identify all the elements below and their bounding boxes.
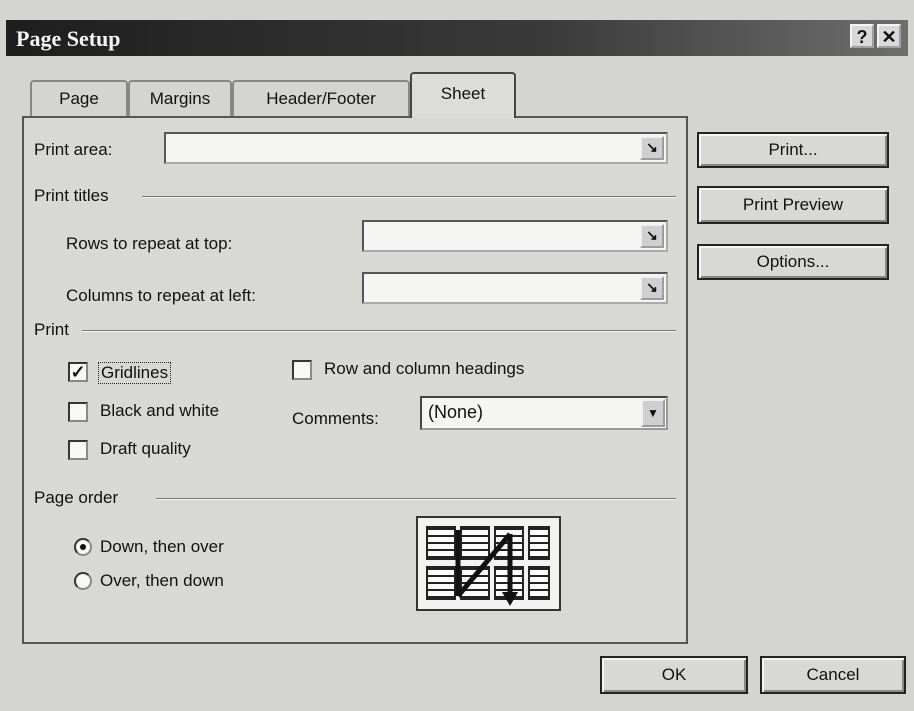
checkmark-icon: ✓ bbox=[70, 362, 86, 382]
cancel-button[interactable]: Cancel bbox=[760, 656, 906, 694]
draft-quality-checkbox[interactable] bbox=[68, 440, 88, 460]
row-column-headings-label[interactable]: Row and column headings bbox=[324, 359, 524, 379]
print-titles-divider bbox=[142, 196, 676, 198]
print-titles-label: Print titles bbox=[34, 186, 109, 205]
ok-button[interactable]: OK bbox=[600, 656, 748, 694]
print-preview-button[interactable]: Print Preview bbox=[697, 186, 889, 224]
page-setup-dialog: Page Setup ? ✕ Page Margins Header/Foote… bbox=[0, 0, 914, 711]
options-button[interactable]: Options... bbox=[697, 244, 889, 280]
draft-quality-label[interactable]: Draft quality bbox=[100, 439, 191, 459]
comments-value: (None) bbox=[428, 402, 484, 422]
tab-sheet[interactable]: Sheet bbox=[410, 72, 516, 118]
collapse-dialog-icon[interactable]: ↘ bbox=[640, 136, 664, 160]
rows-to-repeat-input[interactable]: ↘ bbox=[362, 220, 668, 252]
close-button[interactable]: ✕ bbox=[877, 24, 901, 48]
window-title: Page Setup bbox=[16, 26, 121, 51]
radio-selected-dot bbox=[80, 544, 86, 550]
print-section-divider bbox=[82, 330, 676, 332]
print-button[interactable]: Print... bbox=[697, 132, 889, 168]
page-order-divider bbox=[156, 498, 676, 500]
gridlines-label[interactable]: Gridlines bbox=[98, 362, 172, 384]
down-then-over-label[interactable]: Down, then over bbox=[100, 537, 224, 557]
columns-to-repeat-input[interactable]: ↘ bbox=[362, 272, 668, 304]
collapse-dialog-icon[interactable]: ↘ bbox=[640, 224, 664, 248]
page-order-arrow-icon bbox=[455, 530, 518, 606]
gridlines-checkbox[interactable]: ✓ bbox=[68, 362, 88, 382]
page-order-label: Page order bbox=[34, 488, 119, 507]
page-order-preview bbox=[416, 516, 561, 611]
over-then-down-radio[interactable] bbox=[74, 572, 92, 590]
tab-margins[interactable]: Margins bbox=[128, 80, 232, 116]
title-bar[interactable]: Page Setup ? ✕ bbox=[6, 20, 908, 56]
chevron-down-icon[interactable]: ▼ bbox=[641, 399, 665, 427]
help-button[interactable]: ? bbox=[850, 24, 874, 48]
collapse-dialog-icon[interactable]: ↘ bbox=[640, 276, 664, 300]
down-then-over-radio[interactable] bbox=[74, 538, 92, 556]
tab-header-footer[interactable]: Header/Footer bbox=[232, 80, 410, 116]
rows-to-repeat-label: Rows to repeat at top: bbox=[66, 234, 233, 253]
print-section-label: Print bbox=[34, 320, 69, 339]
comments-select[interactable]: (None) ▼ bbox=[420, 396, 668, 430]
print-area-input[interactable]: ↘ bbox=[164, 132, 668, 164]
row-column-headings-checkbox[interactable] bbox=[292, 360, 312, 380]
print-area-label: Print area: bbox=[34, 140, 113, 159]
columns-to-repeat-label: Columns to repeat at left: bbox=[66, 286, 256, 305]
black-and-white-label[interactable]: Black and white bbox=[100, 401, 219, 421]
tab-page[interactable]: Page bbox=[30, 80, 128, 116]
over-then-down-label[interactable]: Over, then down bbox=[100, 571, 224, 591]
black-and-white-checkbox[interactable] bbox=[68, 402, 88, 422]
comments-label: Comments: bbox=[292, 409, 379, 428]
